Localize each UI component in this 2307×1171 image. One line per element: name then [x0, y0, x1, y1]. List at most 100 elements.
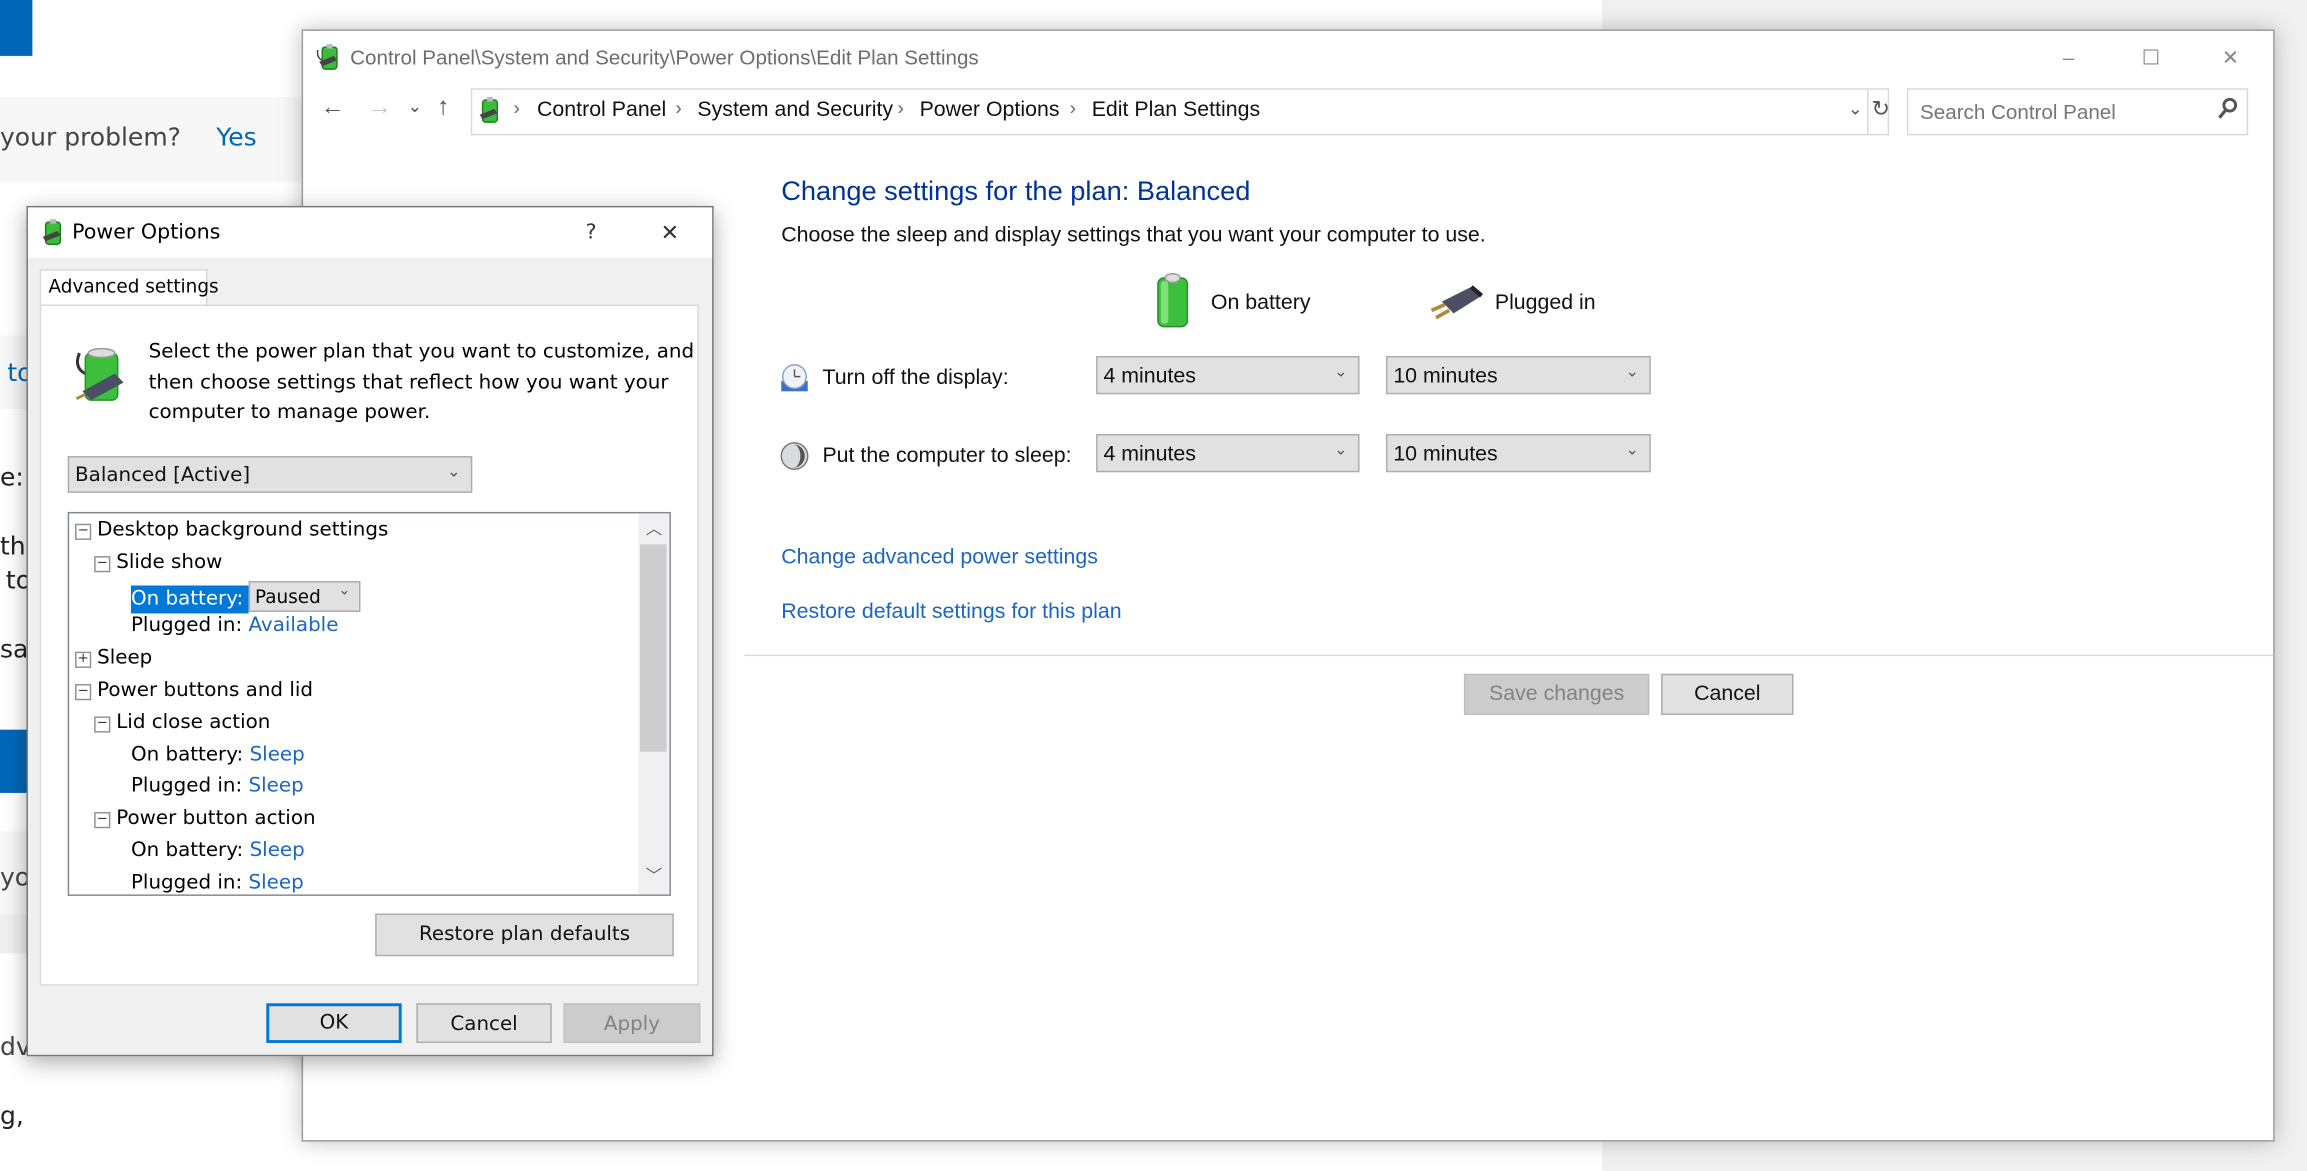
- dialog-close-button[interactable]: ✕: [661, 219, 680, 245]
- tree-item[interactable]: Plugged in: Sleep: [131, 774, 304, 805]
- tree-item[interactable]: − Slide show: [94, 550, 222, 581]
- maximize-button[interactable]: ☐: [2122, 40, 2181, 75]
- setting-label-display: Turn off the display:: [822, 366, 1009, 390]
- tree-item-label: Power button action: [116, 806, 316, 830]
- power-plan-select[interactable]: Balanced [Active] ⌄: [67, 456, 473, 493]
- scroll-up-arrow-icon[interactable]: ︿: [646, 516, 662, 540]
- address-bar[interactable]: › Control Panel › System and Security › …: [470, 88, 1890, 136]
- tree-item[interactable]: On battery: Paused ⌄: [130, 580, 361, 613]
- tree-item[interactable]: Plugged in: Available: [131, 614, 338, 645]
- tree-item-label: On battery:: [130, 584, 250, 613]
- restore-defaults-link[interactable]: Restore default settings for this plan: [781, 600, 1121, 624]
- tab-advanced-settings[interactable]: Advanced settings: [39, 269, 219, 305]
- search-icon[interactable]: [2217, 97, 2238, 125]
- chevron-down-icon: ⌄: [338, 581, 351, 599]
- sleep-on-battery-select[interactable]: 4 minutes ⌄: [1096, 433, 1360, 473]
- collapse-minus-icon[interactable]: −: [94, 812, 111, 829]
- page-title: Change settings for the plan: Balanced: [781, 175, 1251, 206]
- tree-value-link[interactable]: Sleep: [250, 742, 305, 766]
- breadcrumb-separator-icon: ›: [513, 97, 520, 120]
- dialog-title: Power Options: [72, 220, 221, 245]
- breadcrumb-edit-plan-settings[interactable]: Edit Plan Settings: [1092, 99, 1260, 123]
- power-options-icon: [40, 218, 68, 253]
- intro-line: then choose settings that reflect how yo…: [148, 369, 669, 394]
- power-plug-icon: [1427, 284, 1486, 330]
- breadcrumb-system-security[interactable]: System and Security: [697, 99, 893, 123]
- help-button[interactable]: ?: [586, 221, 597, 245]
- divider: [744, 654, 2274, 657]
- tree-value-link[interactable]: Sleep: [249, 774, 304, 798]
- sleep-plugged-in-select[interactable]: 10 minutes ⌄: [1385, 433, 1651, 473]
- restore-plan-defaults-button[interactable]: Restore plan defaults: [375, 913, 674, 957]
- breadcrumb-separator-icon[interactable]: ›: [1070, 97, 1076, 119]
- forward-arrow-icon[interactable]: →: [368, 96, 392, 122]
- address-dropdown-chevron-icon[interactable]: ⌄: [1848, 99, 1863, 120]
- collapse-minus-icon[interactable]: −: [75, 684, 92, 701]
- tree-item-label: Lid close action: [116, 710, 271, 734]
- save-changes-button[interactable]: Save changes: [1463, 673, 1650, 715]
- column-header-plugged-in: Plugged in: [1494, 291, 1596, 315]
- battery-icon: [1155, 272, 1190, 335]
- power-options-icon: [316, 43, 344, 80]
- scrollbar-thumb[interactable]: [640, 544, 667, 752]
- tree-item[interactable]: − Power buttons and lid: [75, 678, 313, 709]
- change-advanced-settings-link[interactable]: Change advanced power settings: [781, 546, 1098, 570]
- tree-value-link[interactable]: Sleep: [249, 871, 304, 895]
- tree-value-link[interactable]: Available: [249, 614, 339, 638]
- minimize-button[interactable]: –: [2039, 40, 2098, 75]
- tree-item[interactable]: − Lid close action: [94, 710, 270, 741]
- ok-button[interactable]: OK: [266, 1003, 402, 1044]
- up-arrow-icon[interactable]: ↑: [437, 93, 450, 122]
- tree-item[interactable]: + Sleep: [75, 646, 152, 677]
- collapse-minus-icon[interactable]: −: [75, 523, 92, 540]
- settings-tree[interactable]: − Desktop background settings − Slide show O…: [67, 511, 671, 896]
- collapse-minus-icon[interactable]: −: [94, 716, 111, 733]
- background-text: e:: [0, 463, 24, 493]
- expand-plus-icon[interactable]: +: [75, 651, 92, 669]
- cancel-button[interactable]: Cancel: [1661, 673, 1794, 715]
- tree-item-label: Plugged in:: [130, 774, 243, 798]
- window-title: Control Panel\System and Security\Power …: [350, 45, 979, 70]
- tree-value-select[interactable]: Paused ⌄: [249, 580, 361, 612]
- tree-item-label: On battery:: [130, 742, 244, 766]
- breadcrumb-control-panel[interactable]: Control Panel: [537, 99, 666, 123]
- feedback-yes-link[interactable]: Yes: [216, 124, 256, 153]
- display-plugged-in-select[interactable]: 10 minutes ⌄: [1385, 356, 1651, 395]
- refresh-icon[interactable]: ↻: [1871, 96, 1890, 122]
- column-header-on-battery: On battery: [1210, 291, 1311, 315]
- display-on-battery-select[interactable]: 4 minutes ⌄: [1096, 356, 1360, 395]
- breadcrumb-power-options[interactable]: Power Options: [920, 99, 1060, 123]
- background-text: g,: [0, 1101, 24, 1132]
- recent-locations-chevron-icon[interactable]: ⌄: [408, 96, 423, 117]
- power-options-dialog: Power Options ? ✕ Advanced settings Sele…: [26, 205, 714, 1057]
- collapse-minus-icon[interactable]: −: [94, 555, 111, 572]
- apply-button[interactable]: Apply: [563, 1003, 701, 1044]
- scroll-down-arrow-icon[interactable]: ﹀: [646, 864, 662, 888]
- tree-item[interactable]: On battery: Sleep: [131, 742, 305, 773]
- dialog-title-bar[interactable]: Power Options ? ✕: [27, 207, 713, 258]
- tree-item[interactable]: − Power button action: [94, 806, 316, 837]
- back-arrow-icon[interactable]: ←: [321, 96, 345, 122]
- breadcrumb-separator-icon[interactable]: ›: [675, 97, 681, 119]
- background-blue-button[interactable]: [0, 729, 30, 793]
- search-input[interactable]: [1917, 95, 2210, 128]
- tree-value-link[interactable]: Sleep: [250, 839, 305, 863]
- dialog-cancel-button[interactable]: Cancel: [416, 1003, 552, 1044]
- breadcrumb-separator-icon[interactable]: ›: [897, 97, 903, 119]
- moon-sleep-icon: [780, 441, 809, 478]
- tree-item-label: Plugged in:: [130, 870, 243, 895]
- tree-item[interactable]: − Desktop background settings: [75, 518, 388, 549]
- feedback-question: your problem?: [0, 123, 181, 153]
- tree-item-label: Plugged in:: [130, 614, 243, 638]
- tree-item-label: Slide show: [116, 549, 223, 574]
- close-button[interactable]: ✕: [2201, 40, 2260, 75]
- vertical-scrollbar[interactable]: ︿ ﹀: [638, 513, 670, 895]
- tree-item-label: Desktop background settings: [97, 517, 389, 542]
- tree-item[interactable]: On battery: Sleep: [131, 839, 305, 870]
- tree-item-label: On battery:: [130, 838, 244, 863]
- advanced-settings-panel: Select the power plan that you want to c…: [39, 304, 699, 986]
- search-box[interactable]: [1906, 88, 2249, 136]
- page-subtitle: Choose the sleep and display settings th…: [781, 223, 1486, 248]
- tree-item[interactable]: Plugged in: Sleep: [130, 870, 304, 895]
- chevron-down-icon: ⌄: [1334, 441, 1348, 459]
